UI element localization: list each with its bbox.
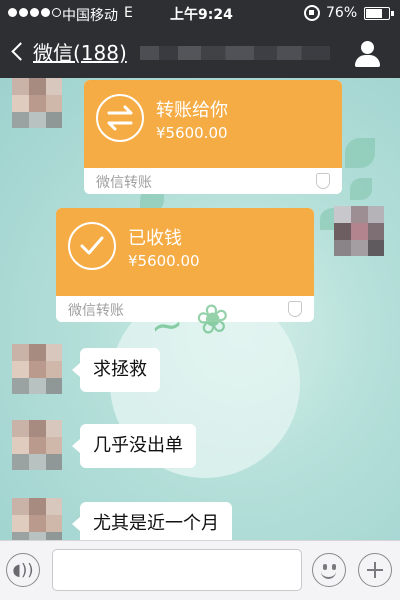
- transfer-footer: 微信转账: [68, 303, 124, 319]
- avatar-self[interactable]: [334, 206, 384, 256]
- checkmark-icon: [68, 222, 116, 270]
- avatar-contact[interactable]: [12, 344, 62, 394]
- message-bubble[interactable]: 求拯救: [72, 348, 160, 392]
- back-label: 微信(188): [33, 41, 127, 65]
- back-button[interactable]: 微信(188): [6, 37, 127, 66]
- transfer-sent-card[interactable]: 转账给你 ¥5600.00 微信转账: [84, 80, 342, 194]
- transfer-amount: ¥5600.00: [156, 124, 228, 142]
- network-type: E: [124, 5, 133, 21]
- avatar-contact[interactable]: [12, 420, 62, 470]
- transfer-title: 转账给你: [156, 100, 228, 121]
- transfer-amount: ¥5600.00: [128, 252, 200, 270]
- person-icon[interactable]: [350, 38, 386, 70]
- nav-bar: 微信(188): [0, 28, 400, 78]
- wallpaper-leaf: [345, 138, 375, 168]
- clock: 上午9:24: [170, 7, 233, 23]
- message-bubble[interactable]: 尤其是近一个月: [72, 502, 232, 540]
- wallpaper-leaf: [350, 178, 372, 200]
- shield-icon: [316, 173, 330, 189]
- transfer-footer: 微信转账: [96, 175, 152, 191]
- shield-icon: [288, 301, 302, 317]
- signal-strength-icon: [8, 8, 61, 17]
- message-input[interactable]: [52, 549, 302, 591]
- carrier-name: 中国移动: [62, 8, 118, 24]
- battery-icon: [364, 7, 394, 20]
- chat-title-redacted: [140, 46, 330, 60]
- voice-icon[interactable]: ◖)): [6, 553, 40, 587]
- avatar-contact[interactable]: [12, 78, 62, 128]
- avatar-contact[interactable]: [12, 498, 62, 540]
- status-bar: 中国移动 E 上午9:24 76%: [0, 0, 400, 28]
- chat-area[interactable]: 转账给你 ¥5600.00 微信转账 已收钱 ¥5600.00 微信转账 ~ ❀: [0, 78, 400, 540]
- plus-icon[interactable]: [358, 553, 392, 587]
- emoji-icon[interactable]: [312, 553, 346, 587]
- transfer-title: 已收钱: [128, 228, 182, 249]
- input-bar: ◖)): [0, 540, 400, 600]
- transfer-arrows-icon: [96, 94, 144, 142]
- chevron-left-icon: [11, 42, 30, 61]
- message-bubble[interactable]: 几乎没出单: [72, 424, 196, 468]
- battery-percentage: 76%: [326, 5, 358, 21]
- rotation-lock-icon: [304, 5, 320, 21]
